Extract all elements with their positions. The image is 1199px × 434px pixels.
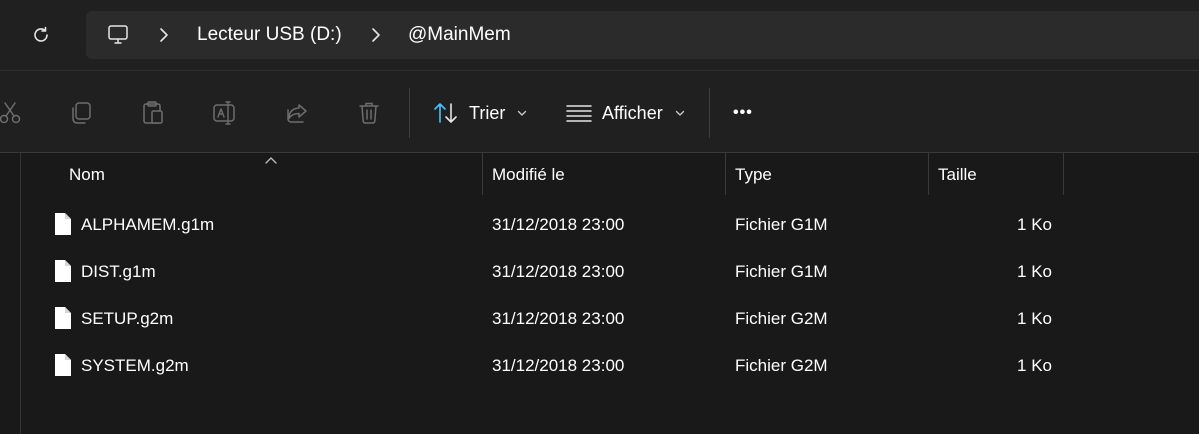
view-button[interactable]: Afficher [566, 95, 685, 131]
file-type: Fichier G1M [735, 215, 828, 234]
file-type: Fichier G2M [735, 356, 828, 375]
delete-icon[interactable] [355, 99, 383, 127]
file-name: SETUP.g2m [81, 309, 174, 328]
view-label: Afficher [602, 102, 663, 123]
file-icon [53, 259, 73, 283]
sort-icon [434, 103, 457, 123]
file-size: 1 Ko [1017, 262, 1052, 281]
chevron-down-icon [675, 110, 684, 116]
column-header-size[interactable]: Taille [938, 165, 977, 195]
file-list: Nom Modifié le Type Taille ALPHAMEM.g1m … [0, 153, 1199, 434]
chevron-right-icon[interactable] [154, 25, 174, 45]
file-icon [53, 212, 73, 236]
rename-icon[interactable] [211, 99, 239, 127]
file-icon [53, 353, 73, 377]
copy-icon[interactable] [67, 99, 95, 127]
command-bar: Trier Afficher ••• [0, 70, 1199, 153]
file-name: DIST.g1m [81, 262, 156, 281]
file-row[interactable]: SYSTEM.g2m 31/12/2018 23:00 Fichier G2M … [40, 344, 1070, 388]
breadcrumb-item-folder[interactable]: @MainMem [408, 23, 511, 47]
breadcrumb[interactable]: Lecteur USB (D:) @MainMem [86, 11, 1199, 59]
more-icon: ••• [733, 104, 753, 121]
file-modified: 31/12/2018 23:00 [492, 356, 625, 375]
refresh-icon [34, 26, 48, 42]
column-header-name[interactable]: Nom [69, 165, 105, 195]
file-size: 1 Ko [1017, 356, 1052, 375]
file-name: SYSTEM.g2m [81, 356, 189, 375]
column-header-modified[interactable]: Modifié le [492, 165, 565, 195]
file-type: Fichier G1M [735, 262, 828, 281]
this-pc-icon[interactable] [106, 23, 130, 47]
nav-pane-edge[interactable] [20, 153, 21, 434]
file-type: Fichier G2M [735, 309, 828, 328]
column-divider[interactable] [928, 153, 929, 195]
file-size: 1 Ko [1017, 215, 1052, 234]
column-header-type[interactable]: Type [735, 165, 772, 195]
refresh-button[interactable] [22, 16, 60, 54]
view-list-icon [566, 105, 592, 122]
file-icon [53, 306, 73, 330]
file-size: 1 Ko [1017, 309, 1052, 328]
toolbar-divider [709, 88, 710, 138]
sort-button[interactable]: Trier [433, 95, 527, 131]
column-divider[interactable] [482, 153, 483, 195]
file-row[interactable]: DIST.g1m 31/12/2018 23:00 Fichier G1M 1 … [40, 250, 1070, 294]
file-name: ALPHAMEM.g1m [81, 215, 215, 234]
file-modified: 31/12/2018 23:00 [492, 215, 625, 234]
sort-label: Trier [469, 102, 506, 123]
paste-icon[interactable] [139, 99, 167, 127]
chevron-down-icon [518, 110, 527, 116]
more-options-button[interactable]: ••• [733, 95, 753, 131]
column-divider[interactable] [725, 153, 726, 195]
chevron-right-icon[interactable] [366, 25, 386, 45]
column-divider[interactable] [1063, 153, 1064, 195]
file-modified: 31/12/2018 23:00 [492, 309, 625, 328]
toolbar-divider [409, 88, 410, 138]
file-row[interactable]: ALPHAMEM.g1m 31/12/2018 23:00 Fichier G1… [40, 203, 1070, 247]
cut-icon[interactable] [0, 99, 24, 127]
address-row: Lecteur USB (D:) @MainMem [0, 0, 1199, 70]
breadcrumb-item-drive[interactable]: Lecteur USB (D:) [197, 23, 342, 47]
sort-ascending-icon [264, 153, 278, 164]
file-modified: 31/12/2018 23:00 [492, 262, 625, 281]
file-row[interactable]: SETUP.g2m 31/12/2018 23:00 Fichier G2M 1… [40, 297, 1070, 341]
share-icon[interactable] [283, 99, 311, 127]
